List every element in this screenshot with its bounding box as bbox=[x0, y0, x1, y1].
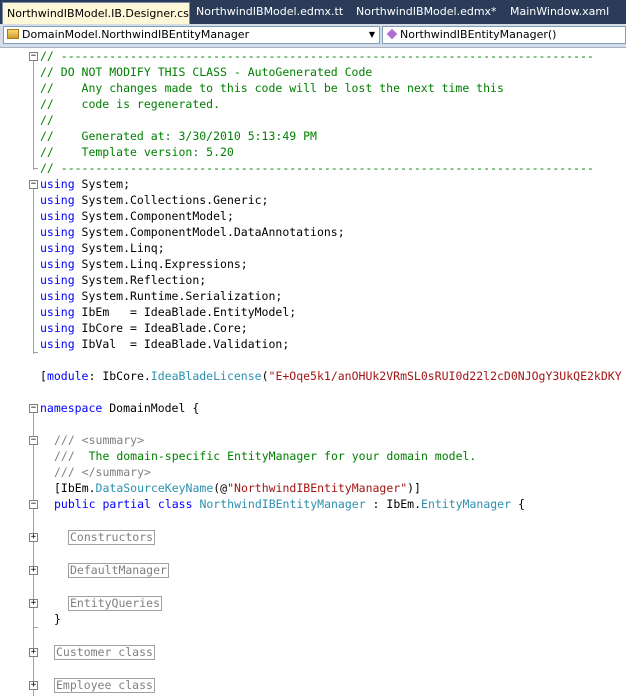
code-line-using: using System.Linq.Expressions; bbox=[40, 257, 248, 271]
expand-toggle[interactable]: + bbox=[29, 566, 38, 575]
class-icon bbox=[7, 29, 19, 39]
code-line-comment: // DO NOT MODIFY THIS CLASS - AutoGenera… bbox=[40, 65, 373, 79]
code-line-comment: // bbox=[40, 113, 54, 127]
expand-toggle[interactable]: + bbox=[29, 648, 38, 657]
code-line-using: using IbCore = IdeaBlade.Core; bbox=[40, 321, 248, 335]
region-constructors[interactable]: Constructors bbox=[68, 529, 156, 545]
region-defaultmanager[interactable]: DefaultManager bbox=[68, 562, 169, 578]
collapse-toggle[interactable]: − bbox=[29, 436, 38, 445]
code-line-comment: // Generated at: 3/30/2010 5:13:49 PM bbox=[40, 129, 317, 143]
region-entityqueries[interactable]: EntityQueries bbox=[68, 595, 163, 611]
expand-toggle[interactable]: + bbox=[29, 681, 38, 690]
code-line-using: using System.Linq; bbox=[40, 241, 165, 255]
outline-end-tick bbox=[34, 352, 38, 353]
tab-label: NorthwindIBModel.edmx* bbox=[356, 5, 497, 18]
member-dropdown[interactable]: NorthwindIBEntityManager() bbox=[382, 26, 626, 44]
tab-edmx[interactable]: NorthwindIBModel.edmx* bbox=[352, 1, 497, 23]
code-line-using: using System.ComponentModel; bbox=[40, 209, 234, 223]
member-dropdown-value: NorthwindIBEntityManager() bbox=[400, 28, 557, 41]
tab-mainwindow-xaml[interactable]: MainWindow.xaml bbox=[506, 1, 616, 23]
code-line-comment: // Template version: 5.20 bbox=[40, 145, 234, 159]
tab-label: MainWindow.xaml bbox=[510, 5, 610, 18]
code-line-attribute: [IbEm.DataSourceKeyName(@"NorthwindIBEnt… bbox=[54, 481, 421, 495]
expand-toggle[interactable]: + bbox=[29, 533, 38, 542]
code-line-doc-comment: /// <summary> bbox=[54, 433, 145, 447]
type-dropdown-value: DomainModel.NorthwindIBEntityManager bbox=[22, 28, 250, 41]
chevron-down-icon[interactable]: ▼ bbox=[365, 27, 379, 43]
tab-designer-cs[interactable]: NorthwindIBModel.IB.Designer.cs × bbox=[2, 2, 204, 24]
outline-guide bbox=[33, 58, 34, 170]
region-employee-class[interactable]: Employee class bbox=[54, 677, 155, 693]
code-line-class-declaration: public partial class NorthwindIBEntityMa… bbox=[54, 497, 525, 511]
outline-end-tick bbox=[34, 627, 38, 628]
code-line-comment: // code is regenerated. bbox=[40, 97, 221, 111]
tab-label: NorthwindIBModel.IB.Designer.cs bbox=[7, 7, 189, 20]
tab-label: NorthwindIBModel.edmx.tt bbox=[196, 5, 344, 18]
code-line-license: [module: IbCore.IdeaBladeLicense("E+Oqe5… bbox=[40, 369, 622, 383]
document-tab-strip: NorthwindIBModel.IB.Designer.cs × Northwi… bbox=[0, 0, 626, 24]
code-line-using: using IbEm = IdeaBlade.EntityModel; bbox=[40, 305, 297, 319]
code-line-using: using System; bbox=[40, 177, 131, 191]
code-line-class-close: } bbox=[54, 612, 61, 626]
expand-toggle[interactable]: + bbox=[29, 599, 38, 608]
code-line-namespace: namespace DomainModel { bbox=[40, 401, 200, 415]
navigation-bar: DomainModel.NorthwindIBEntityManager ▼ N… bbox=[0, 24, 626, 48]
tab-edmx-tt[interactable]: NorthwindIBModel.edmx.tt bbox=[192, 1, 344, 23]
collapse-toggle[interactable]: − bbox=[29, 404, 38, 413]
code-line-using: using System.ComponentModel.DataAnnotati… bbox=[40, 225, 345, 239]
code-line-comment: // Any changes made to this code will be… bbox=[40, 81, 504, 95]
region-customer-class[interactable]: Customer class bbox=[54, 644, 155, 660]
method-icon bbox=[386, 28, 398, 40]
code-line-using: using System.Collections.Generic; bbox=[40, 193, 269, 207]
outline-guide bbox=[33, 186, 34, 354]
code-line-using: using IbVal = IdeaBlade.Validation; bbox=[40, 337, 290, 351]
type-dropdown[interactable]: DomainModel.NorthwindIBEntityManager ▼ bbox=[3, 26, 380, 44]
code-line-doc-comment: /// The domain-specific EntityManager fo… bbox=[54, 449, 477, 463]
code-line-comment: // -------------------------------------… bbox=[40, 161, 594, 175]
code-line-using: using System.Reflection; bbox=[40, 273, 207, 287]
code-line-comment: // -------------------------------------… bbox=[40, 49, 594, 63]
collapse-toggle[interactable]: − bbox=[29, 500, 38, 509]
collapse-toggle[interactable]: − bbox=[29, 52, 38, 61]
outline-end-tick bbox=[34, 168, 38, 169]
code-line-doc-comment: /// </summary> bbox=[54, 465, 151, 479]
code-line-using: using System.Runtime.Serialization; bbox=[40, 289, 283, 303]
collapse-toggle[interactable]: − bbox=[29, 180, 38, 189]
code-editor[interactable]: − // -----------------------------------… bbox=[0, 48, 626, 696]
